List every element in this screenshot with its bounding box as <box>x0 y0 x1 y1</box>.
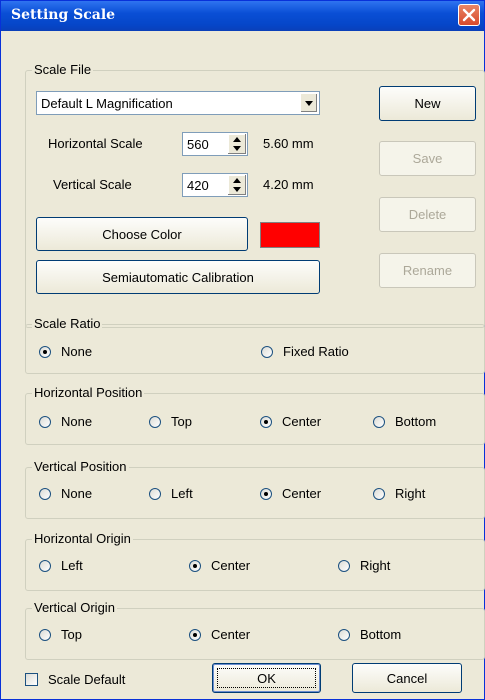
scale-default-checkbox[interactable]: Scale Default <box>25 672 125 687</box>
radio-label: Left <box>171 486 193 501</box>
hpos-center-radio[interactable]: Center <box>260 414 321 429</box>
radio-dot <box>39 559 51 572</box>
radio-label: Left <box>61 558 83 573</box>
title-bar[interactable]: Setting Scale <box>1 1 484 31</box>
scale-ratio-group: Scale Ratio <box>25 316 485 374</box>
radio-label: None <box>61 344 93 359</box>
radio-dot <box>373 487 385 500</box>
spin-updown-icon <box>233 178 241 192</box>
semiautomatic-calibration-button[interactable]: Semiautomatic Calibration <box>36 260 320 294</box>
vertical-origin-group: Vertical Origin <box>25 600 485 660</box>
radio-dot <box>39 415 51 428</box>
horizontal-position-legend: Horizontal Position <box>32 385 145 401</box>
close-icon <box>462 8 476 22</box>
vertical-scale-spinner[interactable]: 420 <box>182 173 248 197</box>
ok-button[interactable]: OK <box>212 663 321 693</box>
radio-label: Top <box>61 627 82 642</box>
radio-label: Right <box>360 558 391 573</box>
horizontal-scale-mm: 5.60 mm <box>263 136 314 151</box>
scale-file-select[interactable]: Default L Magnification <box>36 91 320 115</box>
vertical-position-legend: Vertical Position <box>32 459 129 475</box>
dropdown-arrow[interactable] <box>300 93 318 113</box>
horizontal-scale-label: Horizontal Scale <box>48 136 143 151</box>
radio-dot-selected <box>189 628 201 641</box>
choose-color-button[interactable]: Choose Color <box>36 217 248 251</box>
window-title: Setting Scale <box>11 7 116 23</box>
vertical-scale-value: 420 <box>187 178 209 193</box>
horigin-center-radio[interactable]: Center <box>189 558 250 573</box>
radio-dot-selected <box>260 415 272 428</box>
setting-scale-dialog: Setting Scale Scale File Default L Magni… <box>0 0 485 700</box>
radio-label: Right <box>395 486 426 501</box>
scale-ratio-fixed-radio[interactable]: Fixed Ratio <box>261 344 349 359</box>
horizontal-scale-value: 560 <box>187 137 209 152</box>
radio-dot <box>338 628 350 641</box>
close-button[interactable] <box>458 4 480 26</box>
horizontal-scale-spinner[interactable]: 560 <box>182 132 248 156</box>
focus-rectangle <box>217 668 316 688</box>
radio-dot <box>261 345 273 358</box>
radio-label: Center <box>211 558 251 573</box>
color-swatch <box>260 222 320 248</box>
radio-dot <box>373 415 385 428</box>
horizontal-origin-group: Horizontal Origin <box>25 531 485 591</box>
chevron-down-icon <box>305 101 313 106</box>
horizontal-origin-legend: Horizontal Origin <box>32 531 133 547</box>
vertical-origin-legend: Vertical Origin <box>32 600 117 616</box>
vertical-scale-label: Vertical Scale <box>53 177 132 192</box>
radio-label: Bottom <box>395 414 437 429</box>
vpos-right-radio[interactable]: Right <box>373 486 425 501</box>
hpos-bottom-radio[interactable]: Bottom <box>373 414 436 429</box>
radio-dot-selected <box>189 559 201 572</box>
vpos-left-radio[interactable]: Left <box>149 486 193 501</box>
radio-label: Top <box>171 414 192 429</box>
vpos-none-radio[interactable]: None <box>39 486 92 501</box>
spin-updown-icon <box>233 137 241 151</box>
radio-label: None <box>61 414 93 429</box>
radio-dot-selected <box>39 345 51 358</box>
radio-label: Center <box>211 627 251 642</box>
scale-file-legend: Scale File <box>32 62 94 78</box>
new-button[interactable]: New <box>379 86 476 121</box>
radio-label: None <box>61 486 93 501</box>
radio-label: Center <box>282 486 322 501</box>
vorigin-bottom-radio[interactable]: Bottom <box>338 627 401 642</box>
radio-dot <box>39 487 51 500</box>
spin-arrows[interactable] <box>228 134 246 154</box>
radio-label: Center <box>282 414 322 429</box>
radio-label: Bottom <box>360 627 402 642</box>
radio-dot <box>149 415 161 428</box>
scale-default-label: Scale Default <box>48 672 126 687</box>
radio-dot <box>149 487 161 500</box>
spin-arrows[interactable] <box>228 175 246 195</box>
vertical-scale-mm: 4.20 mm <box>263 177 314 192</box>
scale-ratio-none-radio[interactable]: None <box>39 344 92 359</box>
delete-button[interactable]: Delete <box>379 197 476 232</box>
radio-label: Fixed Ratio <box>283 344 349 359</box>
vorigin-center-radio[interactable]: Center <box>189 627 250 642</box>
radio-dot <box>39 628 51 641</box>
radio-dot-selected <box>260 487 272 500</box>
horigin-left-radio[interactable]: Left <box>39 558 83 573</box>
rename-button[interactable]: Rename <box>379 253 476 288</box>
save-button[interactable]: Save <box>379 141 476 176</box>
vpos-center-radio[interactable]: Center <box>260 486 321 501</box>
radio-dot <box>338 559 350 572</box>
scale-file-value: Default L Magnification <box>41 96 173 111</box>
checkbox-box[interactable] <box>25 673 38 686</box>
hpos-none-radio[interactable]: None <box>39 414 92 429</box>
scale-ratio-legend: Scale Ratio <box>32 316 103 332</box>
vorigin-top-radio[interactable]: Top <box>39 627 82 642</box>
hpos-top-radio[interactable]: Top <box>149 414 192 429</box>
cancel-button[interactable]: Cancel <box>352 663 462 693</box>
horigin-right-radio[interactable]: Right <box>338 558 390 573</box>
